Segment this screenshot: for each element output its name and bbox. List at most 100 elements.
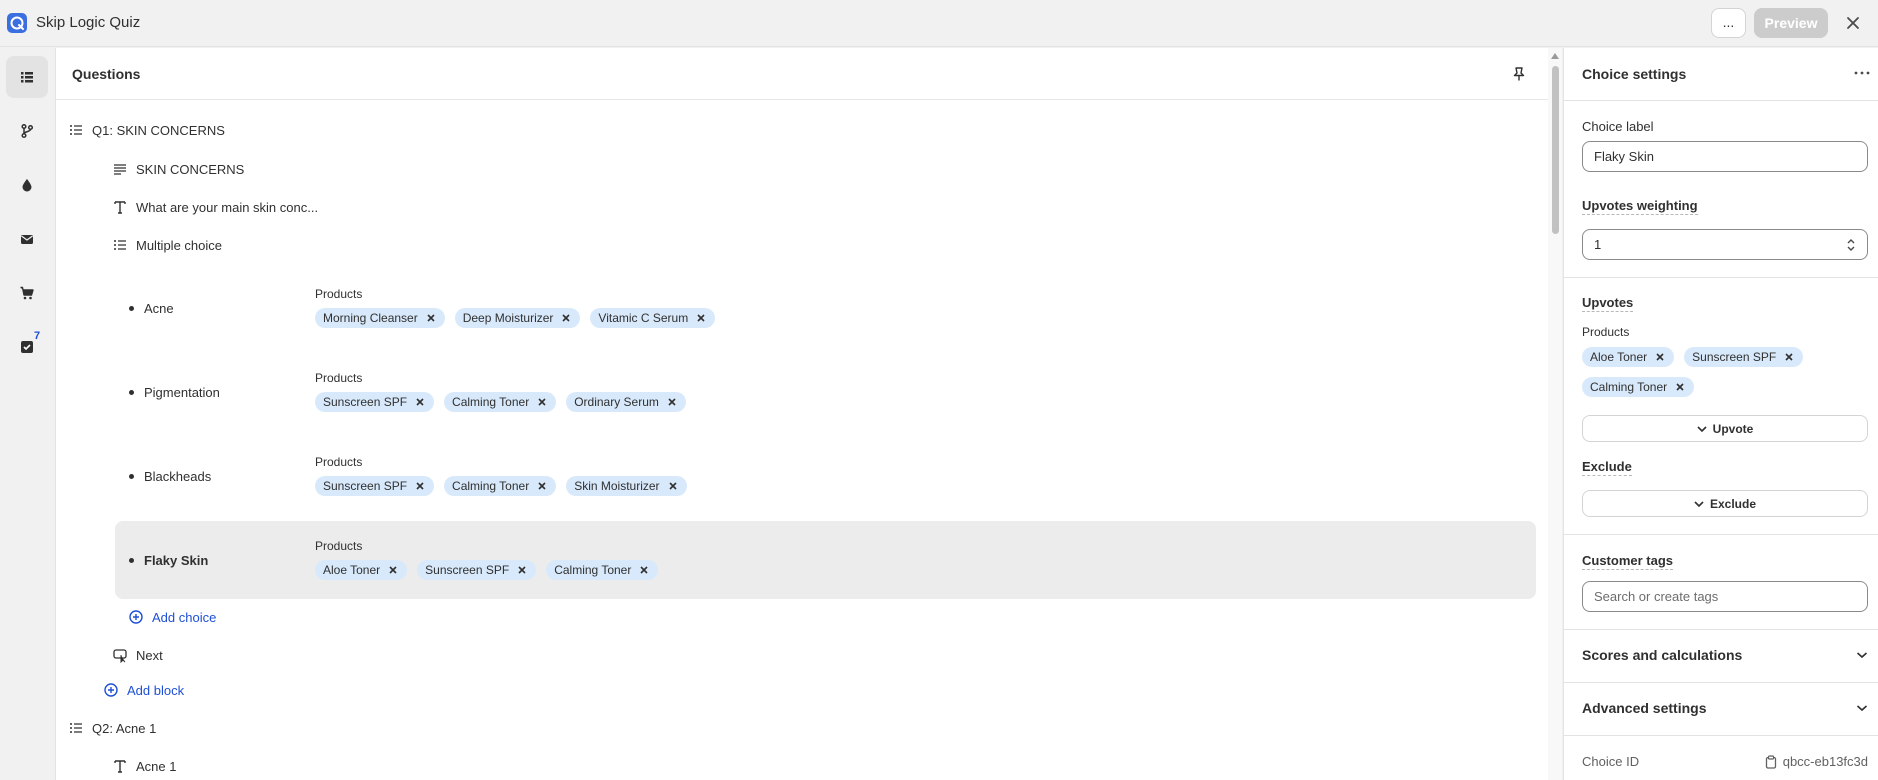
exclude-title: Exclude bbox=[1582, 459, 1632, 476]
questions-header: Questions bbox=[56, 48, 1548, 100]
product-tag[interactable]: Calming Toner bbox=[444, 392, 557, 412]
clipboard-icon[interactable] bbox=[1765, 754, 1777, 769]
product-tag[interactable]: Sunscreen SPF bbox=[1684, 347, 1804, 367]
advanced-section-toggle[interactable]: Advanced settings bbox=[1582, 700, 1868, 716]
question-q2[interactable]: Q2: Acne 1 bbox=[68, 720, 156, 736]
product-tag[interactable]: Ordinary Serum bbox=[566, 392, 686, 412]
heading-text: SKIN CONCERNS bbox=[136, 161, 245, 177]
mail-icon[interactable] bbox=[6, 218, 48, 260]
remove-tag-icon[interactable] bbox=[537, 397, 547, 407]
more-horizontal-icon[interactable] bbox=[1854, 70, 1870, 76]
exclude-button[interactable]: Exclude bbox=[1582, 490, 1868, 517]
scroll-up-icon[interactable] bbox=[1551, 53, 1559, 59]
product-tag[interactable]: Sunscreen SPF bbox=[315, 392, 435, 412]
advanced-title: Advanced settings bbox=[1582, 700, 1707, 716]
add-block-button[interactable]: Add block bbox=[103, 682, 184, 698]
product-tag[interactable]: Skin Moisturizer bbox=[566, 476, 687, 496]
choice-row-blackheads[interactable]: Blackheads Products Sunscreen SPF Calmin… bbox=[115, 437, 1536, 515]
product-tag[interactable]: Morning Cleanser bbox=[315, 308, 445, 328]
choice-name: Acne bbox=[144, 300, 174, 316]
product-tag[interactable]: Aloe Toner bbox=[315, 560, 408, 580]
choice-products: Products Sunscreen SPF Calming Toner Ord… bbox=[315, 371, 686, 412]
logic-branch-icon[interactable] bbox=[6, 110, 48, 152]
divider bbox=[1564, 100, 1878, 101]
product-tag[interactable]: Sunscreen SPF bbox=[417, 560, 537, 580]
add-choice-button[interactable]: Add choice bbox=[128, 609, 216, 625]
chevron-down-icon bbox=[1694, 500, 1704, 507]
remove-tag-icon[interactable] bbox=[639, 565, 649, 575]
remove-tag-icon[interactable] bbox=[1784, 352, 1794, 362]
block-text[interactable]: Acne 1 bbox=[112, 758, 176, 774]
product-tag[interactable]: Calming Toner bbox=[444, 476, 557, 496]
questions-nav-icon[interactable] bbox=[6, 56, 48, 98]
product-tag[interactable]: Calming Toner bbox=[1582, 377, 1695, 397]
questions-scrollbar[interactable] bbox=[1548, 48, 1562, 780]
block-multiple-choice[interactable]: Multiple choice bbox=[112, 237, 222, 253]
choice-name: Flaky Skin bbox=[144, 552, 209, 568]
block-type: Multiple choice bbox=[136, 237, 222, 253]
choice-products: Products Aloe Toner Sunscreen SPF Calmin… bbox=[315, 539, 659, 580]
preview-button[interactable]: Preview bbox=[1754, 8, 1828, 38]
scroll-thumb[interactable] bbox=[1552, 66, 1559, 234]
bullet bbox=[129, 473, 134, 479]
divider bbox=[1564, 629, 1878, 630]
products-label: Products bbox=[315, 371, 363, 385]
choice-row-pigmentation[interactable]: Pigmentation Products Sunscreen SPF Calm… bbox=[115, 353, 1536, 431]
remove-tag-icon[interactable] bbox=[1675, 382, 1685, 392]
exclude-button-label: Exclude bbox=[1709, 496, 1757, 511]
remove-tag-icon[interactable] bbox=[537, 481, 547, 491]
bullet bbox=[129, 305, 134, 311]
choice-row-acne[interactable]: Acne Products Morning Cleanser Deep Mois… bbox=[115, 269, 1536, 347]
chevron-down-icon bbox=[1856, 705, 1868, 712]
bullet bbox=[129, 557, 134, 563]
remove-tag-icon[interactable] bbox=[561, 313, 571, 323]
upvotes-weighting-input[interactable]: 1 bbox=[1582, 229, 1868, 260]
remove-tag-icon[interactable] bbox=[426, 313, 436, 323]
remove-tag-icon[interactable] bbox=[415, 397, 425, 407]
choice-settings-panel: Choice settings Choice label Flaky Skin … bbox=[1563, 48, 1878, 780]
question-q1[interactable]: Q1: SKIN CONCERNS bbox=[68, 122, 225, 138]
remove-tag-icon[interactable] bbox=[388, 565, 398, 575]
panel-title: Choice settings bbox=[1582, 66, 1687, 82]
customer-tags-input[interactable]: Search or create tags bbox=[1582, 581, 1868, 612]
product-tag[interactable]: Calming Toner bbox=[546, 560, 659, 580]
choice-row-flaky-skin[interactable]: Flaky Skin Products Aloe Toner Sunscreen… bbox=[115, 521, 1536, 599]
scores-title: Scores and calculations bbox=[1582, 647, 1743, 663]
text-type-icon bbox=[114, 760, 126, 773]
product-tag[interactable]: Deep Moisturizer bbox=[454, 308, 581, 328]
divider bbox=[1564, 534, 1878, 535]
list-icon bbox=[70, 125, 82, 135]
stepper-icon[interactable] bbox=[1846, 238, 1856, 252]
close-icon[interactable] bbox=[1843, 13, 1863, 33]
product-tag[interactable]: Sunscreen SPF bbox=[315, 476, 435, 496]
remove-tag-icon[interactable] bbox=[517, 565, 527, 575]
remove-tag-icon[interactable] bbox=[415, 481, 425, 491]
product-tag[interactable]: Vitamic C Serum bbox=[590, 308, 716, 328]
remove-tag-icon[interactable] bbox=[668, 481, 678, 491]
choice-name: Blackheads bbox=[144, 468, 212, 484]
block-next[interactable]: Next bbox=[112, 647, 163, 663]
upvote-button-label: Upvote bbox=[1712, 421, 1754, 436]
pin-icon[interactable] bbox=[1512, 66, 1526, 82]
upvote-button[interactable]: Upvote bbox=[1582, 415, 1868, 442]
cart-icon[interactable] bbox=[6, 272, 48, 314]
choice-label-input[interactable]: Flaky Skin bbox=[1582, 141, 1868, 172]
remove-tag-icon[interactable] bbox=[696, 313, 706, 323]
upvotes-products: Aloe Toner Sunscreen SPF Calming Toner bbox=[1582, 347, 1868, 397]
remove-tag-icon[interactable] bbox=[1655, 352, 1665, 362]
plus-circle-icon bbox=[104, 683, 118, 697]
block-heading[interactable]: SKIN CONCERNS bbox=[112, 161, 244, 177]
block-text[interactable]: What are your main skin conc... bbox=[112, 199, 318, 215]
choice-id-row: Choice ID qbcc-eb13fc3d bbox=[1582, 754, 1868, 769]
product-tag[interactable]: Aloe Toner bbox=[1582, 347, 1675, 367]
scores-section-toggle[interactable]: Scores and calculations bbox=[1582, 647, 1868, 663]
bullet bbox=[129, 389, 134, 395]
products-label: Products bbox=[315, 455, 363, 469]
droplet-icon[interactable] bbox=[6, 164, 48, 206]
checklist-icon[interactable]: 7 bbox=[6, 326, 48, 368]
cursor-button-icon bbox=[113, 649, 127, 663]
chevron-down-icon bbox=[1856, 652, 1868, 659]
remove-tag-icon[interactable] bbox=[667, 397, 677, 407]
questions-title: Questions bbox=[72, 66, 141, 82]
more-actions-button[interactable]: ... bbox=[1711, 8, 1746, 38]
